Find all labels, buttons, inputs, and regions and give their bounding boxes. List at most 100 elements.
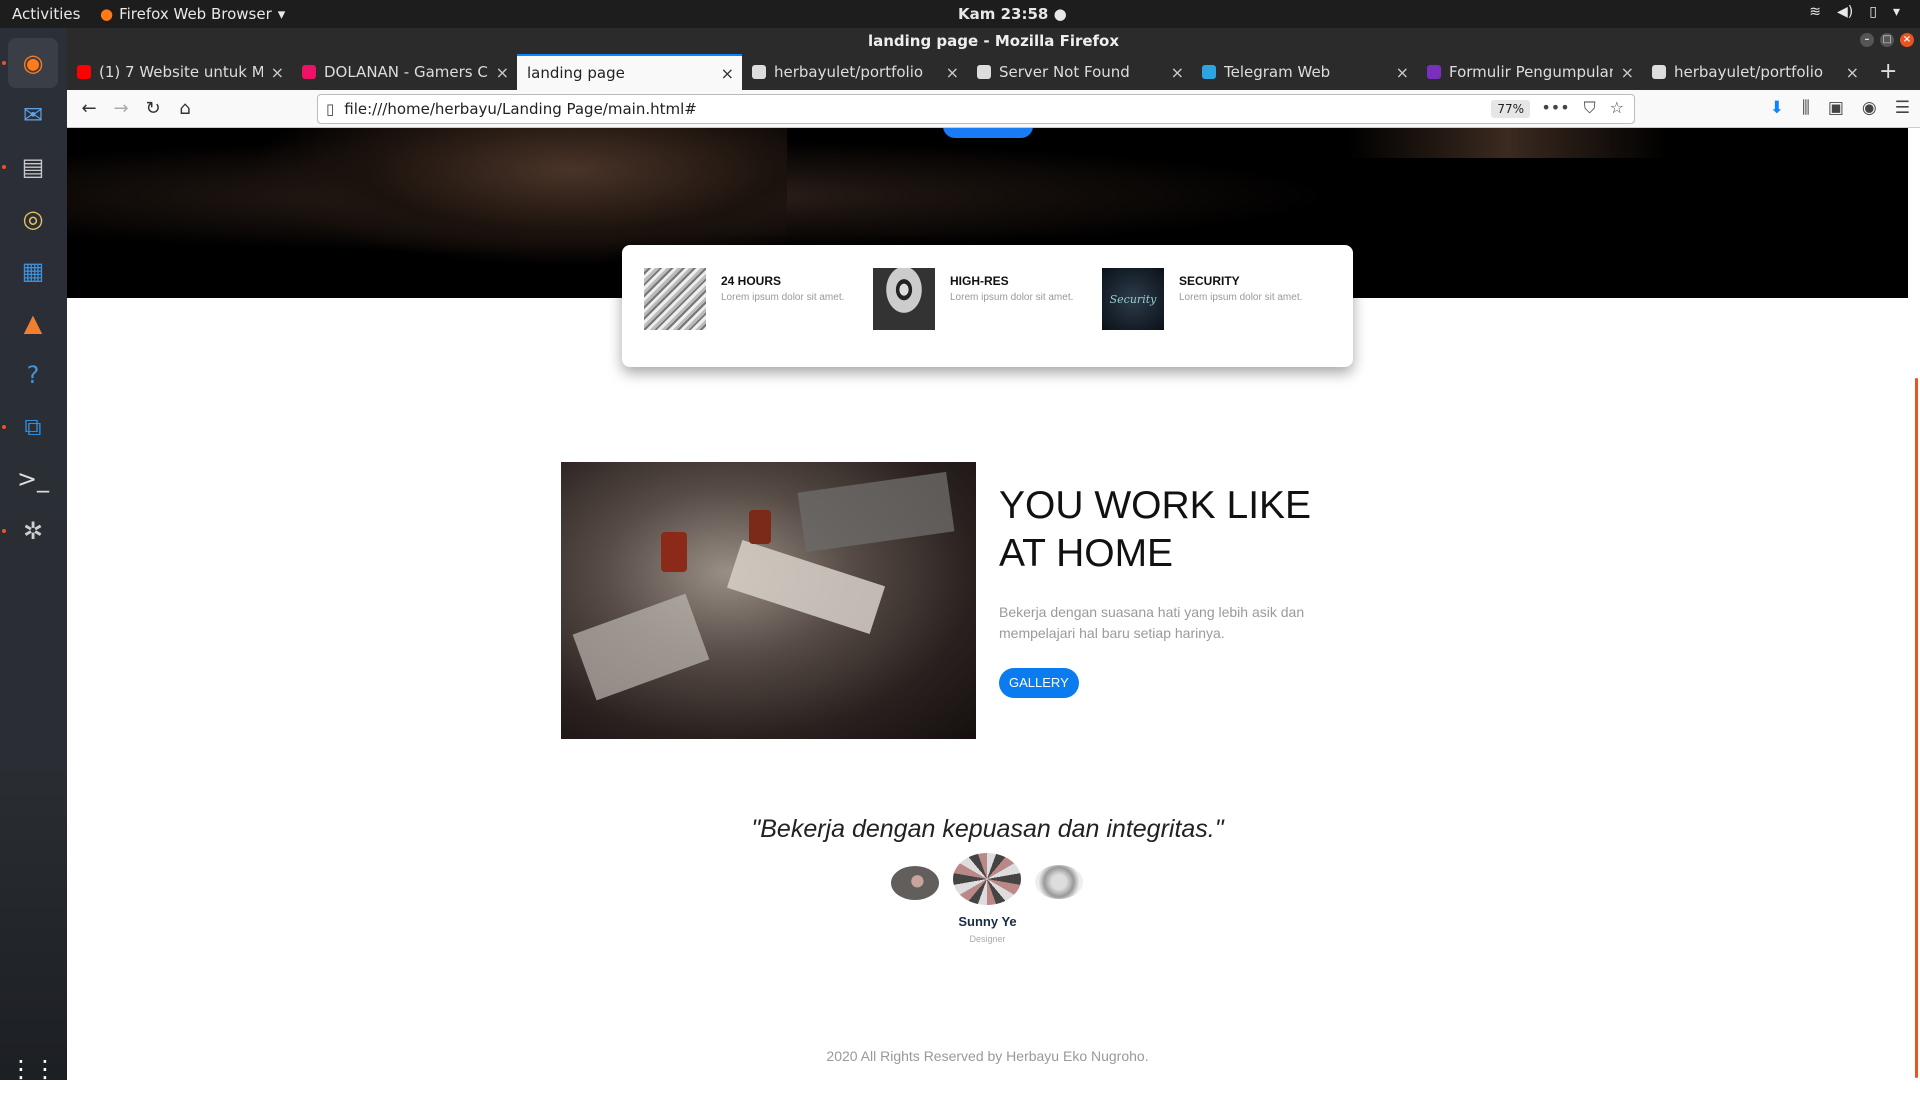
account-icon[interactable]: ◉ — [1862, 98, 1877, 118]
files-launcher[interactable]: ▤ — [8, 142, 58, 192]
clock[interactable]: Kam 23:58 ● — [958, 5, 1067, 23]
writer-launcher[interactable]: ▦ — [8, 246, 58, 296]
chevron-down-icon: ▾ — [277, 5, 286, 23]
close-icon[interactable]: × — [1900, 33, 1914, 47]
system-top-bar: Activities ● Firefox Web Browser ▾ Kam 2… — [0, 0, 1920, 28]
settings-icon: ✲ — [22, 517, 44, 545]
close-tab-icon[interactable]: × — [1171, 63, 1184, 82]
tab-label: Telegram Web — [1224, 63, 1331, 81]
navigation-toolbar: ← → ↻ ⌂ ▯ file:///home/herbayu/Landing P… — [67, 90, 1920, 128]
tab-label: (1) 7 Website untuk Men — [99, 63, 263, 81]
tab[interactable]: (1) 7 Website untuk Men × — [67, 54, 292, 90]
zoom-indicator[interactable]: 77% — [1491, 100, 1530, 118]
woman-image — [873, 268, 935, 330]
feature-desc: Lorem ipsum dolor sit amet. — [950, 292, 1074, 303]
menu-icon[interactable]: ☰ — [1895, 98, 1910, 118]
feature-card: 24 HOURS Lorem ipsum dolor sit amet. — [644, 268, 873, 344]
feature-card: Security SECURITY Lorem ipsum dolor sit a… — [1102, 268, 1331, 344]
close-tab-icon[interactable]: × — [1396, 63, 1409, 82]
url-text[interactable]: file:///home/herbayu/Landing Page/main.h… — [344, 100, 697, 118]
terminal-launcher[interactable]: >_ — [8, 454, 58, 504]
library-icon[interactable]: ⫼ — [1802, 98, 1810, 118]
feature-title: HIGH-RES — [950, 274, 1009, 288]
tab[interactable]: Server Not Found × — [967, 54, 1192, 90]
testimonial-quote: "Bekerja dengan kepuasan dan integritas.… — [751, 815, 1224, 843]
favicon-icon — [752, 65, 766, 79]
work-description: Bekerja dengan suasana hati yang lebih a… — [999, 604, 1305, 641]
avatar-active[interactable] — [953, 853, 1021, 905]
avatar[interactable] — [1035, 865, 1083, 899]
download-icon[interactable]: ⬇ — [1770, 98, 1784, 118]
settings-launcher[interactable]: ✲ — [8, 506, 58, 556]
gallery-button[interactable]: GALLERY — [999, 668, 1079, 698]
feature-cards: 24 HOURS Lorem ipsum dolor sit amet. HIGH… — [622, 245, 1353, 367]
close-tab-icon[interactable]: × — [1621, 63, 1634, 82]
terminal-icon: >_ — [16, 465, 50, 493]
security-image: Security — [1102, 268, 1164, 330]
scrollbar[interactable] — [1908, 128, 1920, 1080]
minimize-icon[interactable]: – — [1860, 33, 1874, 47]
scrollbar-thumb[interactable] — [1915, 378, 1918, 1078]
page-content: 24 HOURS Lorem ipsum dolor sit amet. HIGH… — [67, 128, 1908, 1080]
activities-button[interactable]: Activities — [12, 5, 80, 23]
new-tab-button[interactable]: + — [1867, 54, 1909, 90]
forward-button[interactable]: → — [105, 98, 137, 119]
show-apps-button[interactable]: ⋮⋮ — [8, 1044, 58, 1094]
battery-icon: ▯ — [1869, 4, 1877, 20]
url-bar[interactable]: ▯ file:///home/herbayu/Landing Page/main… — [317, 94, 1635, 124]
close-tab-icon[interactable]: × — [721, 64, 734, 83]
tab-label: landing page — [527, 64, 625, 82]
tab-label: herbayulet/portfolio — [774, 63, 924, 81]
tab[interactable]: Telegram Web × — [1192, 54, 1417, 90]
close-tab-icon[interactable]: × — [271, 63, 284, 82]
reload-button[interactable]: ↻ — [137, 98, 169, 119]
hero-button[interactable] — [943, 128, 1033, 138]
tab-strip: (1) 7 Website untuk Men×DOLANAN - Gamers… — [67, 54, 1920, 90]
testimonial-name: Sunny Ye — [958, 914, 1017, 929]
favicon-icon — [77, 65, 91, 79]
help-launcher[interactable]: ? — [8, 350, 58, 400]
sidebar-icon[interactable]: ▣ — [1828, 98, 1844, 118]
close-tab-icon[interactable]: × — [496, 63, 509, 82]
tab-label: DOLANAN - Gamers Com — [324, 63, 488, 81]
window-title: landing page - Mozilla Firefox — [867, 32, 1120, 50]
pocket-icon[interactable]: ⛉ — [1584, 98, 1596, 118]
feature-title: 24 HOURS — [721, 274, 782, 288]
software-launcher[interactable]: ▲ — [8, 298, 58, 348]
system-tray[interactable]: ≋ ◀) ▯ ▾ — [1809, 4, 1900, 20]
help-icon: ? — [26, 361, 40, 389]
star-icon[interactable]: ☆ — [1610, 98, 1624, 118]
page-icon: ▯ — [326, 100, 335, 118]
favicon-icon — [977, 65, 991, 79]
tab-label: herbayulet/portfolio — [1674, 63, 1824, 81]
firefox-icon: ● — [100, 5, 114, 23]
close-tab-icon[interactable]: × — [946, 63, 959, 82]
tab[interactable]: DOLANAN - Gamers Com × — [292, 54, 517, 90]
tab[interactable]: landing page × — [517, 54, 742, 90]
firefox-launcher[interactable]: ◉ — [8, 38, 58, 88]
favicon-icon — [1427, 65, 1441, 79]
paper-shape — [726, 540, 886, 634]
window-controls: – □ × — [1860, 33, 1914, 47]
running-indicator — [2, 425, 6, 429]
footer-text: 2020 All Rights Reserved by Herbayu Eko … — [826, 1048, 1149, 1064]
rhythmbox-launcher[interactable]: ◎ — [8, 194, 58, 244]
close-tab-icon[interactable]: × — [1846, 63, 1859, 82]
home-button[interactable]: ⌂ — [169, 98, 201, 119]
tab[interactable]: herbayulet/portfolio × — [742, 54, 967, 90]
maximize-icon[interactable]: □ — [1880, 33, 1894, 47]
power-icon: ▾ — [1892, 4, 1900, 20]
thunderbird-launcher[interactable]: ✉ — [8, 90, 58, 140]
building-image — [644, 268, 706, 330]
tab[interactable]: herbayulet/portfolio × — [1642, 54, 1867, 90]
tab[interactable]: Formulir Pengumpulan P × — [1417, 54, 1642, 90]
vscode-launcher[interactable]: ⧉ — [8, 402, 58, 452]
app-menu[interactable]: ● Firefox Web Browser ▾ — [100, 5, 285, 23]
wifi-icon: ≋ — [1809, 4, 1822, 20]
avatar[interactable] — [891, 866, 939, 900]
favicon-icon — [302, 65, 316, 79]
back-button[interactable]: ← — [73, 98, 105, 119]
running-indicator — [2, 529, 6, 533]
grid-icon: ⋮⋮ — [9, 1055, 57, 1083]
more-icon[interactable]: ••• — [1541, 98, 1569, 118]
